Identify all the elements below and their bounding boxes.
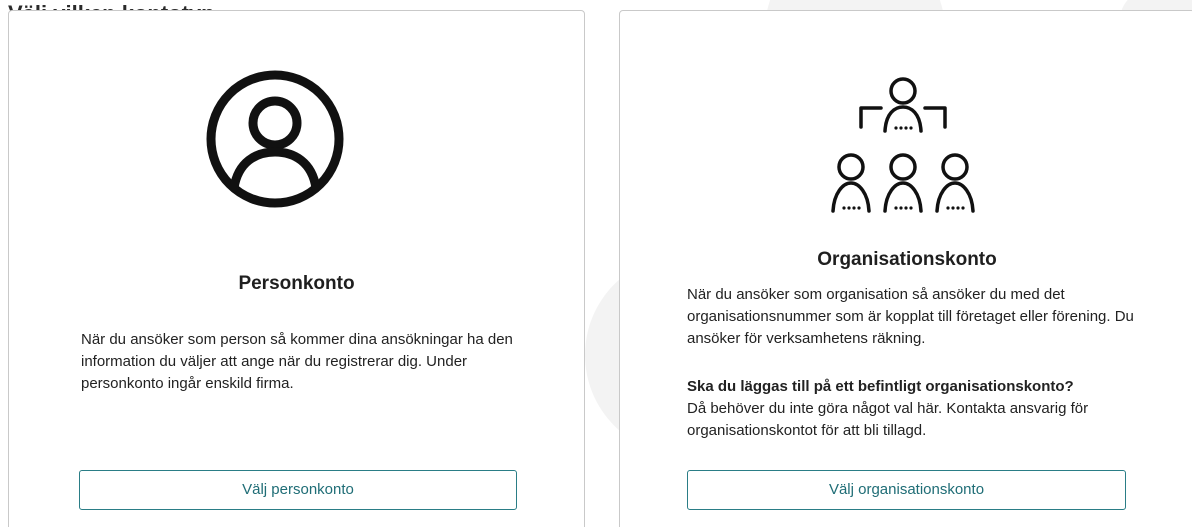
choose-person-account-button[interactable]: Välj personkonto [79,470,517,510]
person-card-title: Personkonto [238,273,355,294]
page: Välj vilken kontotyp Personkonto När du … [0,0,1192,527]
organisation-card-title: Organisationskonto [817,249,997,270]
organisation-account-card: Organisationskonto När du ansöker som or… [619,10,1192,527]
existing-organisation-text: Då behöver du inte göra något val här. K… [687,400,1089,439]
organisation-group-icon [831,77,975,213]
existing-organisation-heading: Ska du läggas till på ett befintligt org… [687,378,1074,395]
person-account-card: Personkonto När du ansöker som person så… [8,10,585,527]
person-card-description: När du ansöker som person så kommer dina… [81,331,513,392]
choose-organisation-account-button[interactable]: Välj organisationskonto [687,470,1126,510]
organisation-card-description: När du ansöker som organisation så ansök… [687,286,1134,347]
user-circle-icon [206,70,344,208]
existing-organisation-info: Ska du läggas till på ett befintligt org… [687,376,1157,442]
